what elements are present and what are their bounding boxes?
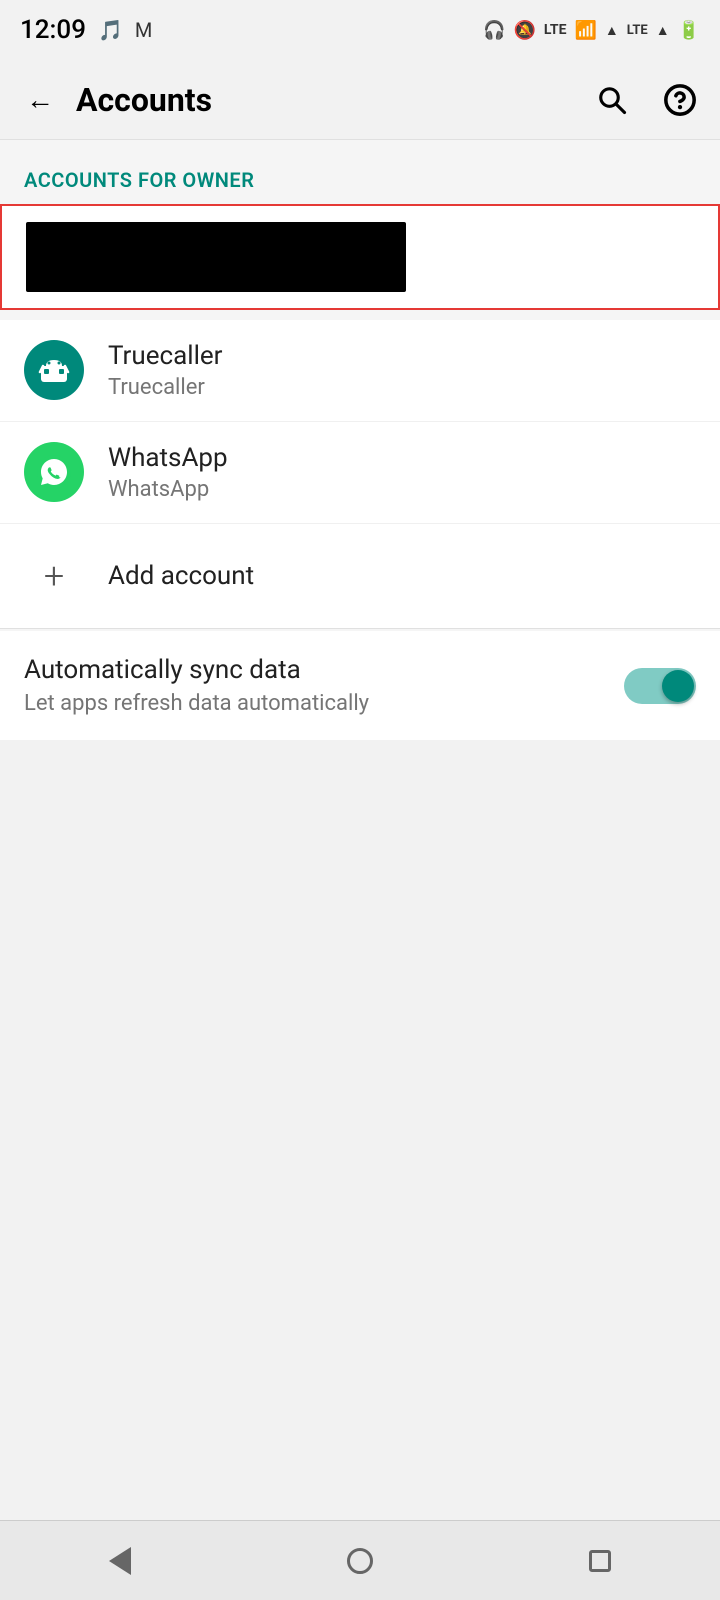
sync-title: Automatically sync data — [24, 655, 624, 685]
sync-subtitle: Let apps refresh data automatically — [24, 691, 624, 716]
truecaller-account-text: Truecaller Truecaller — [108, 341, 223, 400]
truecaller-account-item[interactable]: Truecaller Truecaller — [0, 320, 720, 421]
nav-recent-icon — [589, 1550, 611, 1572]
search-button[interactable] — [588, 76, 636, 124]
truecaller-icon — [24, 340, 84, 400]
whatsapp-subtitle: WhatsApp — [108, 477, 228, 502]
whatsapp-icon — [24, 442, 84, 502]
status-bar-left: 12:09 🎵 M — [20, 15, 152, 45]
app-bar-actions — [588, 76, 704, 124]
add-icon: + — [24, 546, 84, 606]
whatsapp-account-item[interactable]: WhatsApp WhatsApp — [0, 422, 720, 523]
signal-icon: ▲ — [605, 22, 619, 39]
back-arrow-icon: ← — [26, 83, 54, 116]
sync-section: Automatically sync data Let apps refresh… — [0, 631, 720, 740]
status-bar: 12:09 🎵 M 🎧 🔕 LTE 📶 ▲ LTE ▲ 🔋 — [0, 0, 720, 60]
help-icon — [663, 83, 697, 117]
section-header: ACCOUNTS FOR OWNER — [0, 140, 720, 204]
spacer — [0, 312, 720, 320]
wifi-icon: 📶 — [574, 20, 596, 41]
battery-icon: 🔋 — [678, 20, 700, 41]
whatsapp-name: WhatsApp — [108, 443, 228, 473]
section-title: ACCOUNTS FOR OWNER — [24, 168, 254, 192]
truecaller-logo-icon — [36, 352, 72, 388]
nav-recent-button[interactable] — [560, 1531, 640, 1591]
content: ACCOUNTS FOR OWNER — [0, 140, 720, 740]
status-time: 12:09 — [20, 15, 86, 45]
mute-icon: 🔕 — [513, 20, 535, 41]
add-account-label: Add account — [108, 561, 254, 591]
lte2-icon: LTE — [627, 23, 648, 38]
search-icon — [597, 85, 627, 115]
redacted-block — [26, 222, 406, 292]
truecaller-name: Truecaller — [108, 341, 223, 371]
gmail-icon: M — [135, 18, 152, 42]
sync-text-group: Automatically sync data Let apps refresh… — [24, 655, 624, 716]
status-bar-right: 🎧 🔕 LTE 📶 ▲ LTE ▲ 🔋 — [483, 20, 700, 41]
plus-icon: + — [44, 555, 64, 597]
spotify-icon: 🎵 — [98, 18, 123, 42]
add-account-item[interactable]: + Add account — [0, 524, 720, 628]
page-title: Accounts — [76, 81, 588, 119]
nav-back-button[interactable] — [80, 1531, 160, 1591]
headphone-icon: 🎧 — [483, 20, 505, 41]
sync-toggle[interactable] — [624, 668, 696, 704]
whatsapp-logo-icon — [35, 453, 73, 491]
lte-icon: LTE — [544, 22, 567, 38]
signal2-icon: ▲ — [656, 22, 670, 39]
bottom-nav — [0, 1520, 720, 1600]
nav-back-icon — [109, 1547, 131, 1575]
section-divider — [0, 628, 720, 629]
toggle-knob — [662, 670, 694, 702]
redacted-account-item[interactable] — [0, 204, 720, 310]
truecaller-subtitle: Truecaller — [108, 375, 223, 400]
account-list: Truecaller Truecaller WhatsApp WhatsApp … — [0, 320, 720, 628]
nav-home-button[interactable] — [320, 1531, 400, 1591]
whatsapp-account-text: WhatsApp WhatsApp — [108, 443, 228, 502]
app-bar: ← Accounts — [0, 60, 720, 140]
back-button[interactable]: ← — [16, 76, 64, 124]
help-button[interactable] — [656, 76, 704, 124]
nav-home-icon — [347, 1548, 373, 1574]
